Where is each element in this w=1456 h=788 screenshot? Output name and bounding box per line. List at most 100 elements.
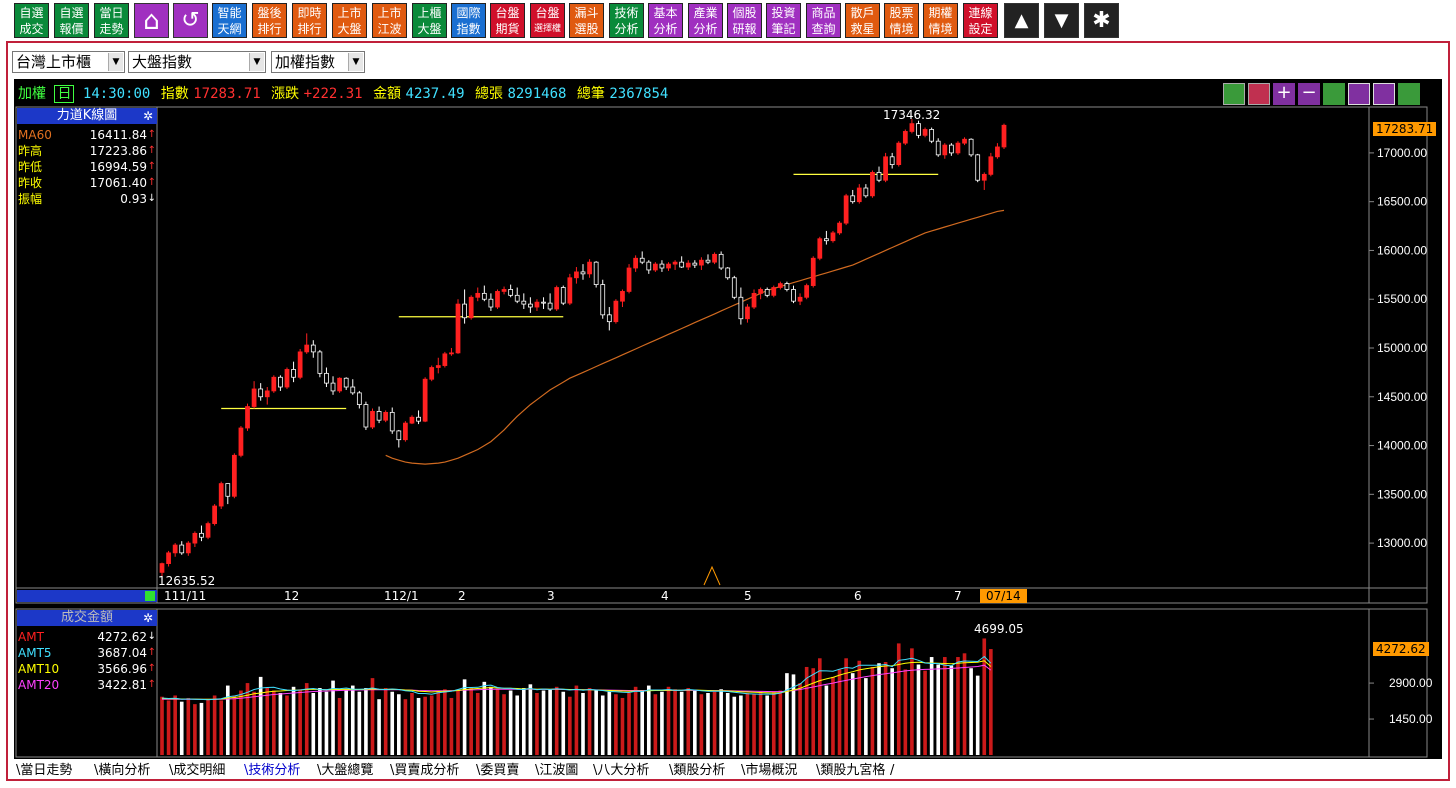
toolbar-button-14[interactable]: 基本 分析: [648, 3, 683, 38]
toolbar-button-0[interactable]: 自選 成交: [14, 3, 49, 38]
toolbar-button-16[interactable]: 個股 研報: [727, 3, 762, 38]
k-info-rows: MA60 16411.84 ↑ 昨高 17223.86 ↑ 昨低 16994.59 ↑ 昨收 170…: [17, 127, 157, 207]
volume-bar: [403, 699, 408, 755]
tab-11[interactable]: \類股九宮格: [816, 762, 885, 780]
toolbar-button-11[interactable]: 台盤 選擇權: [530, 3, 565, 38]
tab-1[interactable]: \橫向分析: [94, 762, 150, 780]
tab-9[interactable]: \類股分析: [669, 762, 725, 780]
toolbar-button-3[interactable]: 智能 天網: [212, 3, 247, 38]
scroll-thumb[interactable]: [145, 591, 155, 601]
x-axis-scroll-indicator[interactable]: [17, 590, 157, 602]
candle-body: [304, 344, 310, 353]
candle-body: [350, 386, 356, 394]
toolbar-button-22[interactable]: 連線 設定: [963, 3, 998, 38]
toolbar-button-15[interactable]: 產業 分析: [688, 3, 723, 38]
candle: [764, 287, 770, 298]
toolbar-button-17[interactable]: 投資 筆記: [766, 3, 801, 38]
k-info-row-value: 16411.84: [89, 128, 147, 142]
arrow-down-icon[interactable]: ▼: [1044, 3, 1079, 38]
tab-5[interactable]: \買賣成分析: [390, 762, 459, 780]
v-y-tick-label: 2900.00: [1389, 676, 1433, 690]
volume-bar: [745, 693, 750, 755]
tab-4[interactable]: \大盤總覽: [317, 762, 373, 780]
toolbar-button-line1: 國際: [456, 5, 481, 20]
index-select[interactable]: 大盤指數 ▼: [128, 51, 266, 73]
k-info-row: 振幅 0.93 ↓: [17, 191, 157, 207]
market-select[interactable]: 台灣上市櫃 ▼: [12, 51, 125, 73]
tab-2[interactable]: \成交明細: [169, 762, 225, 780]
asterisk-icon[interactable]: ✱: [1084, 3, 1119, 38]
toolbar-button-21[interactable]: 期權 情境: [923, 3, 958, 38]
candle-body: [251, 388, 257, 407]
home-icon[interactable]: ⌂: [134, 3, 169, 38]
candle-body: [804, 285, 810, 298]
candle: [652, 262, 658, 272]
candle-body: [916, 123, 921, 136]
tab-8[interactable]: \八大分析: [593, 762, 649, 780]
toolbar-button-7[interactable]: 上市 江波: [372, 3, 407, 38]
candle-body: [205, 523, 211, 538]
candle-body: [225, 483, 231, 497]
x-tick-label: 7: [954, 589, 962, 603]
candle: [528, 297, 533, 313]
toolbar-button-line2: 選股: [574, 21, 599, 36]
candle: [435, 357, 441, 374]
candle-body: [679, 261, 685, 268]
candle-body: [297, 351, 303, 378]
candle-body: [580, 271, 586, 275]
candle-body: [659, 263, 665, 269]
candle: [258, 383, 264, 401]
volume-bar: [298, 689, 302, 755]
candle: [238, 426, 244, 458]
toolbar-button-20[interactable]: 股票 情境: [884, 3, 919, 38]
toolbar-button-19[interactable]: 散戶 救星: [845, 3, 880, 38]
toolbar-button-18[interactable]: 商品 查詢: [806, 3, 841, 38]
toolbar-button-2[interactable]: 當日 走勢: [94, 3, 129, 38]
tab-6[interactable]: \委買賣: [476, 762, 519, 780]
x-tick-label: 12: [284, 589, 300, 603]
tab-7[interactable]: \江波圖: [535, 762, 578, 780]
candle-body: [600, 284, 606, 316]
candle-body: [442, 353, 448, 366]
k-panel-header[interactable]: 力道K線圖 ✲: [17, 108, 157, 124]
v-panel-header[interactable]: 成交金額 ✲: [17, 610, 157, 626]
volume-bar: [614, 694, 618, 755]
candle-body: [238, 427, 244, 456]
volume-bar: [778, 690, 783, 755]
volume-bar: [456, 690, 460, 755]
toolbar-button-line2: 報價: [59, 21, 84, 36]
settings-icon[interactable]: ✲: [143, 610, 153, 626]
candle: [922, 127, 928, 138]
toolbar-button-8[interactable]: 上櫃 大盤: [412, 3, 447, 38]
toolbar-button-5[interactable]: 即時 排行: [292, 3, 327, 38]
candle: [560, 285, 566, 306]
sub-index-select[interactable]: 加權指數 ▼: [271, 51, 365, 73]
volume-bar: [416, 697, 421, 755]
arrow-up-icon[interactable]: ▲: [1004, 3, 1039, 38]
candle: [830, 230, 836, 243]
tab-10[interactable]: \市場概況: [741, 762, 797, 780]
back-icon[interactable]: ↺: [173, 3, 208, 38]
toolbar-button-line2: 江波: [377, 21, 402, 36]
toolbar-button-6[interactable]: 上市 大盤: [332, 3, 367, 38]
volume-bar: [199, 702, 204, 755]
toolbar-button-1[interactable]: 自選 報價: [54, 3, 89, 38]
k-info-row: 昨收 17061.40 ↑: [17, 175, 157, 191]
toolbar-button-9[interactable]: 國際 指數: [451, 3, 486, 38]
toolbar-button-12[interactable]: 漏斗 選股: [569, 3, 604, 38]
toolbar-button-10[interactable]: 台盤 期貨: [490, 3, 525, 38]
candle-body: [159, 563, 165, 573]
toolbar-button-13[interactable]: 技術 分析: [609, 3, 644, 38]
volume-bar: [594, 690, 598, 755]
settings-icon[interactable]: ✲: [143, 108, 153, 124]
candle-body: [508, 289, 514, 296]
candle: [718, 251, 724, 270]
volume-bar: [864, 678, 868, 755]
tab-0[interactable]: \當日走勢: [16, 762, 72, 780]
toolbar-button-4[interactable]: 盤後 排行: [252, 3, 287, 38]
volume-bar: [278, 693, 283, 755]
v-info-row-label: AMT5: [18, 646, 52, 660]
tab-3[interactable]: \技術分析: [244, 762, 300, 780]
candle: [264, 387, 270, 405]
candle: [310, 340, 316, 358]
